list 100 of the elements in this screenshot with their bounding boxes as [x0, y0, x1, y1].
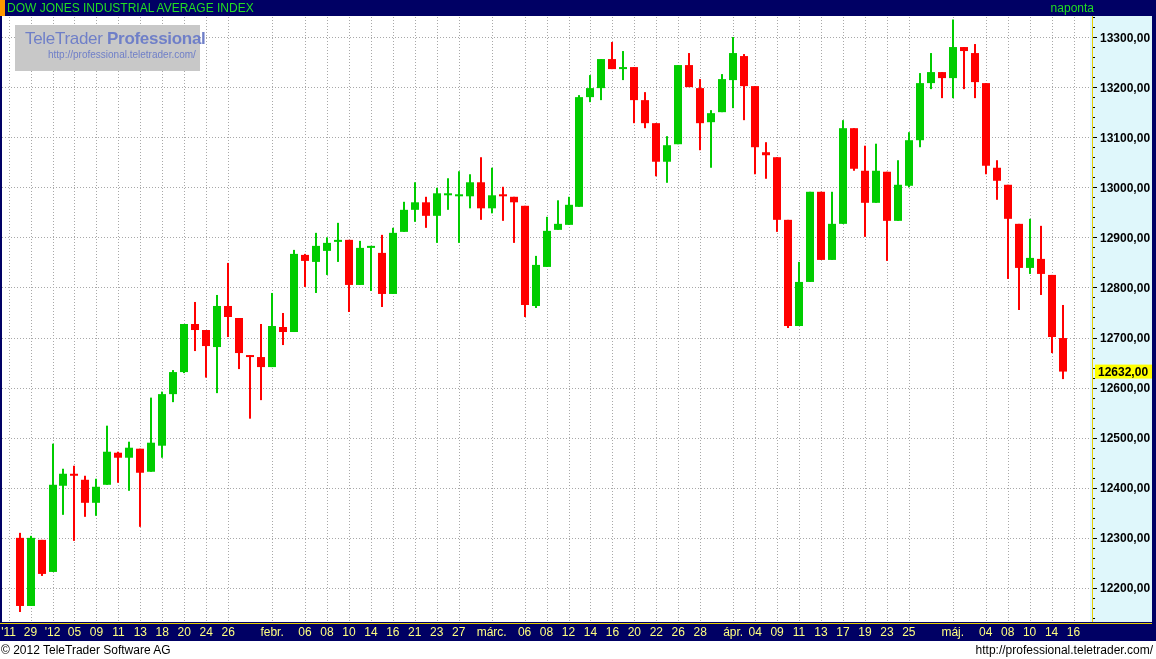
candlestick: [1037, 225, 1045, 295]
chart-title: DOW JONES INDUSTRIAL AVERAGE INDEX: [7, 0, 254, 16]
candlestick: [103, 425, 111, 485]
x-tick-label: '11: [1, 625, 16, 639]
y-tick-label: 12700,00: [1100, 331, 1151, 346]
x-tick-label: 06: [298, 625, 312, 639]
x-tick-label: 20: [177, 625, 191, 639]
candlestick: [235, 318, 243, 370]
x-tick-label: 28: [693, 625, 707, 639]
candlestick: [993, 160, 1001, 200]
y-tick-label: 13300,00: [1100, 30, 1151, 45]
x-tick-label: 16: [1066, 625, 1081, 639]
candlestick: [740, 54, 748, 121]
y-tick-label: 12200,00: [1100, 581, 1151, 596]
candlestick: [817, 191, 825, 260]
candlestick: [499, 186, 507, 221]
candlestick: [466, 174, 474, 209]
x-tick-label: márc.: [476, 625, 507, 639]
x-tick-label: 22: [649, 625, 663, 639]
x-tick-label: máj.: [941, 625, 965, 639]
candlestick: [202, 330, 210, 378]
candlestick: [92, 478, 100, 516]
x-tick-label: 14: [583, 625, 598, 639]
candlestick: [400, 201, 408, 232]
candlestick: [971, 44, 979, 99]
period-label: naponta: [1050, 0, 1094, 16]
x-tick-label: 26: [671, 625, 685, 639]
candlestick: [927, 53, 935, 90]
y-tick-label: 13100,00: [1100, 130, 1151, 145]
y-tick-label: 12900,00: [1100, 230, 1151, 245]
candlestick: [114, 451, 122, 483]
candlestick: [960, 47, 968, 90]
candlestick: [597, 59, 605, 101]
candlestick: [795, 261, 803, 326]
y-tick-label: 12600,00: [1100, 381, 1151, 396]
candlestick: [433, 187, 441, 243]
x-tick-label: 16: [386, 625, 400, 639]
candlestick: [850, 128, 858, 171]
candlestick: [27, 535, 35, 606]
candlestick: [180, 324, 188, 374]
candlestick: [510, 196, 518, 243]
x-tick-label: 27: [452, 625, 466, 639]
candlestick: [411, 182, 419, 222]
candlestick: [444, 178, 452, 210]
candlestick: [905, 132, 913, 188]
x-tick-label: 10: [1022, 625, 1037, 639]
candlestick: [455, 171, 463, 243]
candlestick: [356, 240, 364, 285]
header-accent: [0, 0, 5, 16]
copyright-text: © 2012 TeleTrader Software AG: [0, 643, 172, 657]
candlestick: [718, 74, 726, 113]
candlestick: [872, 143, 880, 203]
candlestick: [81, 475, 89, 517]
candlestick: [828, 191, 836, 260]
candlestick: [1026, 218, 1034, 274]
y-tick-label: 12400,00: [1100, 481, 1151, 496]
x-tick-label: 29: [23, 625, 38, 639]
candlestick: [532, 255, 540, 308]
candlestick: [169, 370, 177, 403]
x-tick-label: ápr.: [723, 625, 744, 639]
logo-url: http://professional.teletrader.com/: [48, 49, 196, 60]
x-tick-label: 16: [605, 625, 620, 639]
candlestick: [246, 355, 254, 419]
x-tick-label: 21: [408, 625, 422, 639]
x-tick-label: 19: [858, 625, 872, 639]
x-tick-label: 04: [748, 625, 762, 639]
candlestick: [158, 391, 166, 458]
x-tick-label: 09: [770, 625, 784, 639]
candlestick: [565, 196, 573, 225]
candlestick: [652, 123, 660, 177]
x-tick-label: 25: [902, 625, 916, 639]
candlestick: [389, 227, 397, 294]
candlestick: [641, 92, 649, 129]
x-tick-label: 24: [199, 625, 213, 639]
candlestick: [707, 110, 715, 168]
candlestick: [334, 222, 342, 262]
x-tick-label: 13: [814, 625, 828, 639]
x-tick-label: 14: [364, 625, 378, 639]
candlestick: [279, 313, 287, 346]
x-tick-label: 26: [221, 625, 235, 639]
x-tick-label: 06: [517, 625, 532, 639]
y-tick-label: 13200,00: [1100, 80, 1151, 95]
candlestick: [630, 67, 638, 124]
candlestick: [894, 160, 902, 221]
x-tick-label: 17: [836, 625, 850, 639]
y-tick-label: 12300,00: [1100, 531, 1151, 546]
x-tick-label: 08: [539, 625, 554, 639]
logo-title: TeleTrader Professional: [25, 29, 206, 49]
candlestick: [554, 200, 562, 230]
candlestick: [312, 232, 320, 293]
candlestick: [543, 216, 551, 267]
candlestick: [191, 301, 199, 352]
candlestick: [301, 253, 309, 287]
x-tick-label: 08: [320, 625, 334, 639]
x-tick-label: 09: [89, 625, 104, 639]
x-tick-label: 18: [155, 625, 169, 639]
candlestick: [323, 237, 331, 275]
candlestick: [619, 51, 627, 81]
candlestick: [477, 157, 485, 220]
candlestick: [762, 142, 770, 179]
